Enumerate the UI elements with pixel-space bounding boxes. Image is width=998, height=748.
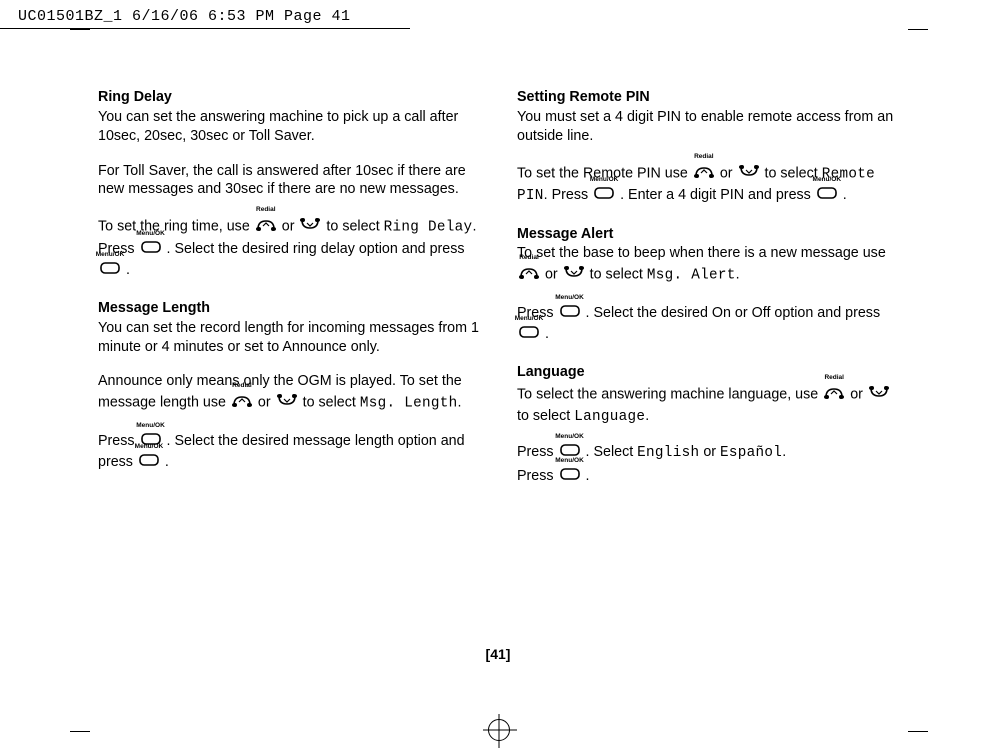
text: or <box>850 386 867 402</box>
icon-label: Redial <box>232 382 252 391</box>
icon-label: Redial <box>519 254 539 263</box>
body-text: Press Menu/OK . <box>517 466 898 487</box>
icon-label: Menu/OK <box>555 457 584 466</box>
body-text: Announce only means only the OGM is play… <box>98 372 479 415</box>
text: to select <box>326 219 383 235</box>
code-text: Español <box>720 446 782 462</box>
icon-label: Menu/OK <box>555 294 584 303</box>
text: . <box>126 262 130 278</box>
redial-up-icon: Redial <box>823 383 845 407</box>
icon-label: Redial <box>256 206 276 215</box>
menu-ok-icon: Menu/OK <box>138 452 160 473</box>
icon-label: Menu/OK <box>590 176 619 185</box>
icon-label: Menu/OK <box>135 443 164 452</box>
heading-remote-pin: Setting Remote PIN <box>517 88 898 107</box>
text: to select <box>517 408 574 424</box>
text: . Press <box>544 188 592 204</box>
page-content: Ring Delay You can set the answering mac… <box>98 88 898 668</box>
text: To select the answering machine language… <box>517 386 822 402</box>
text: . <box>736 267 740 283</box>
code-text: English <box>637 446 699 462</box>
body-text: You must set a 4 digit PIN to enable rem… <box>517 108 898 146</box>
section-message-alert: Message Alert To set the base to beep wh… <box>517 225 898 345</box>
text: Press <box>517 469 558 485</box>
redial-up-icon: Redial <box>255 215 277 239</box>
body-text: To select the answering machine language… <box>517 383 898 427</box>
body-text: To set the base to beep when there is a … <box>517 244 898 287</box>
body-text: You can set the record length for incomi… <box>98 319 479 357</box>
crop-marks-top <box>70 29 928 30</box>
text: or <box>282 219 299 235</box>
code-text: Msg. Alert <box>647 268 736 284</box>
icon-label: Redial <box>824 374 844 383</box>
heading-message-alert: Message Alert <box>517 225 898 244</box>
text: Press <box>517 445 558 461</box>
icon-label: Menu/OK <box>515 315 544 324</box>
text: . <box>782 445 786 461</box>
text: . <box>458 395 462 411</box>
icon-label: Menu/OK <box>555 433 584 442</box>
text: . Select <box>586 445 638 461</box>
menu-ok-icon: Menu/OK <box>559 303 581 324</box>
section-remote-pin: Setting Remote PIN You must set a 4 digi… <box>517 88 898 207</box>
body-text: To set the Remote PIN use Redial or to s… <box>517 162 898 207</box>
icon-label: Menu/OK <box>136 422 165 431</box>
down-icon <box>868 383 890 407</box>
left-column: Ring Delay You can set the answering mac… <box>98 88 479 505</box>
redial-up-icon: Redial <box>231 391 253 415</box>
right-column: Setting Remote PIN You must set a 4 digi… <box>517 88 898 505</box>
code-text: Ring Delay <box>384 220 473 236</box>
body-text: For Toll Saver, the call is answered aft… <box>98 162 479 200</box>
text: to select <box>590 267 647 283</box>
menu-ok-icon: Menu/OK <box>593 185 615 206</box>
icon-label: Redial <box>694 153 714 162</box>
text: . <box>165 454 169 470</box>
body-text: Press Menu/OK . Select the desired On or… <box>517 303 898 345</box>
code-text: Msg. Length <box>360 396 458 412</box>
menu-ok-icon: Menu/OK <box>816 185 838 206</box>
body-text: You can set the answering machine to pic… <box>98 108 479 146</box>
section-ring-delay: Ring Delay You can set the answering mac… <box>98 88 479 281</box>
heading-ring-delay: Ring Delay <box>98 88 479 107</box>
text: to select <box>303 395 360 411</box>
menu-ok-icon: Menu/OK <box>559 466 581 487</box>
text: or <box>258 395 275 411</box>
down-icon <box>563 263 585 287</box>
text: Press <box>98 433 139 449</box>
page-number: [41] <box>486 646 511 662</box>
text: . <box>645 408 649 424</box>
body-text: Press Menu/OK . Select the desired messa… <box>98 431 479 473</box>
text: . Enter a 4 digit PIN and press <box>620 188 815 204</box>
code-text: Language <box>574 409 645 425</box>
crop-mark-bottom-center <box>488 719 510 741</box>
text: . <box>843 188 847 204</box>
down-icon <box>738 162 760 186</box>
menu-ok-icon: Menu/OK <box>518 324 540 345</box>
icon-label: Menu/OK <box>136 230 165 239</box>
section-message-length: Message Length You can set the record le… <box>98 299 479 473</box>
text: . <box>586 469 590 485</box>
heading-message-length: Message Length <box>98 299 479 318</box>
menu-ok-icon: Menu/OK <box>140 239 162 260</box>
text: To set the base to beep when there is a … <box>517 245 886 261</box>
text: or <box>703 445 720 461</box>
print-header: UC01501BZ_1 6/16/06 6:53 PM Page 41 <box>18 8 351 25</box>
redial-up-icon: Redial <box>518 263 540 287</box>
down-icon <box>299 215 321 239</box>
down-icon <box>276 391 298 415</box>
body-text: To set the ring time, use Redial or to s… <box>98 215 479 281</box>
icon-label: Menu/OK <box>96 251 125 260</box>
menu-ok-icon: Menu/OK <box>99 260 121 281</box>
text: To set the ring time, use <box>98 219 254 235</box>
text: or <box>545 267 562 283</box>
icon-label: Menu/OK <box>813 176 842 185</box>
text: . <box>545 326 549 342</box>
text: . Select the desired ring delay option a… <box>167 241 465 257</box>
redial-up-icon: Redial <box>693 162 715 186</box>
text: or <box>720 165 737 181</box>
text: . Select the desired On or Off option an… <box>586 305 881 321</box>
section-language: Language To select the answering machine… <box>517 363 898 488</box>
